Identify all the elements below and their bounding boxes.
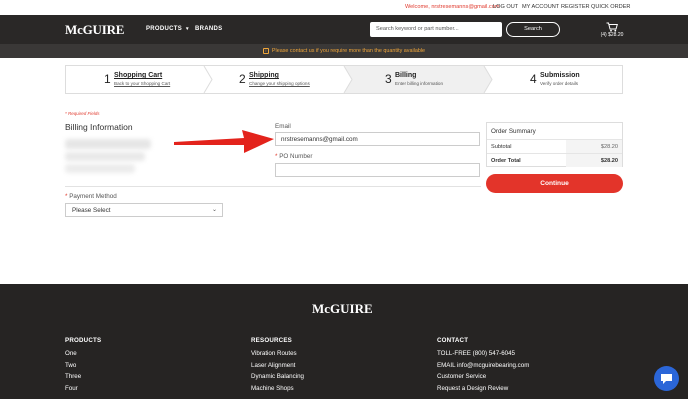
utility-bar: Welcome, nrstresemanns@gmail.com LOG OUT… <box>0 0 688 15</box>
register-link[interactable]: REGISTER <box>561 4 590 10</box>
footer-link[interactable]: Four <box>65 385 101 397</box>
footer-logo: McGUIRE <box>312 301 373 316</box>
order-summary-title: Order Summary <box>491 128 536 135</box>
total-row: Order Total $28.20 <box>487 153 622 167</box>
footer-link[interactable]: Dynamic Balancing <box>251 373 304 385</box>
payment-method-label: * Payment Method <box>65 193 117 200</box>
footer-contact-column: CONTACT TOLL-FREE (800) 547-6045 EMAIL i… <box>437 337 529 397</box>
footer-resources-column: RESOURCES Vibration Routes Laser Alignme… <box>251 337 304 397</box>
billing-section-title: Billing Information <box>65 122 133 132</box>
step-number: 3 <box>385 72 392 86</box>
footer-heading: PRODUCTS <box>65 337 102 344</box>
step-subtitle: Verify order details <box>540 81 579 86</box>
redacted-address-line <box>65 139 151 149</box>
step-subtitle: Enter billing information <box>395 81 444 86</box>
step-title: Shipping <box>249 72 279 79</box>
info-icon: ! <box>262 47 269 54</box>
subtotal-row: Subtotal $28.20 <box>487 139 622 153</box>
total-label: Order Total <box>491 158 521 164</box>
welcome-text: Welcome, nrstresemanns@gmail.com <box>405 4 500 10</box>
step-title: Submission <box>540 72 580 79</box>
footer-link[interactable]: EMAIL info@mcguirebearing.com <box>437 362 529 374</box>
payment-method-select[interactable]: Please Select ⌄ <box>65 203 223 217</box>
footer-link[interactable]: One <box>65 350 101 362</box>
po-number-field[interactable] <box>275 163 480 177</box>
footer-link[interactable]: Vibration Routes <box>251 350 304 362</box>
payment-method-value: Please Select <box>72 207 111 214</box>
cart-button[interactable]: (4) $28.20 <box>598 21 626 39</box>
subtotal-value: $28.20 <box>600 144 618 150</box>
step-number: 4 <box>530 72 537 86</box>
footer-link[interactable]: Laser Alignment <box>251 362 304 374</box>
order-summary: Order Summary Subtotal $28.20 Order Tota… <box>486 122 623 167</box>
po-number-label-text: PO Number <box>279 153 313 160</box>
email-label: Email <box>275 123 291 130</box>
step-number: 1 <box>104 72 111 86</box>
chevron-down-icon: ▾ <box>186 26 189 32</box>
footer-link[interactable]: Three <box>65 373 101 385</box>
chat-icon <box>661 374 672 384</box>
continue-button[interactable]: Continue <box>486 174 623 193</box>
footer-products-column: PRODUCTS One Two Three Four <box>65 337 101 397</box>
arrow-annotation <box>174 130 274 153</box>
chat-button[interactable] <box>654 366 679 391</box>
payment-method-label-text: Payment Method <box>69 193 117 200</box>
cart-summary-label: (4) $28.20 <box>600 32 624 38</box>
nav-products-label: PRODUCTS <box>146 26 183 32</box>
redacted-address-line <box>65 152 145 161</box>
footer-link[interactable]: Two <box>65 362 101 374</box>
form-divider <box>65 186 481 187</box>
step-title: Shopping Cart <box>114 72 163 79</box>
quick-order-link[interactable]: QUICK ORDER <box>591 4 630 10</box>
total-value: $28.20 <box>600 158 618 164</box>
required-fields-note: * Required Fields <box>65 111 100 116</box>
redacted-address-line <box>65 164 135 173</box>
footer-link[interactable]: Request a Design Review <box>437 385 529 397</box>
quantity-notice: ! Please contact us if you require more t… <box>0 44 688 58</box>
footer: McGUIRE PRODUCTS One Two Three Four RESO… <box>0 284 688 399</box>
notice-text: Please contact us if you require more th… <box>271 48 426 54</box>
step-dividers <box>203 66 493 93</box>
footer-heading: RESOURCES <box>251 337 292 344</box>
subtotal-label: Subtotal <box>491 144 512 150</box>
my-account-link[interactable]: MY ACCOUNT <box>522 4 559 10</box>
checkout-steps: 1 Shopping Cart Back to your Shopping Ca… <box>65 65 623 94</box>
logo[interactable]: McGUIRE <box>65 22 124 38</box>
search-button[interactable]: Search <box>506 22 560 37</box>
step-subtitle: Change your shipping options <box>249 81 310 86</box>
chevron-down-icon: ⌄ <box>211 207 217 213</box>
step-subtitle: Back to your Shopping Cart <box>114 81 171 86</box>
footer-link[interactable]: TOLL-FREE (800) 547-6045 <box>437 350 529 362</box>
po-number-label: * PO Number <box>275 153 313 160</box>
step-title: Billing <box>395 72 417 79</box>
search-input[interactable]: Search keyword or part number... <box>370 22 502 37</box>
logout-link[interactable]: LOG OUT <box>493 4 518 10</box>
nav-brands[interactable]: BRANDS <box>195 26 222 32</box>
nav-products[interactable]: PRODUCTS ▾ <box>146 26 189 32</box>
email-field[interactable]: nrstresemanns@gmail.com <box>275 132 480 146</box>
footer-link[interactable]: Machine Shops <box>251 385 304 397</box>
footer-link[interactable]: Customer Service <box>437 373 529 385</box>
main-header: McGUIRE PRODUCTS ▾ BRANDS Search keyword… <box>0 15 688 44</box>
cart-icon <box>606 22 618 32</box>
step-number: 2 <box>239 72 246 86</box>
footer-heading: CONTACT <box>437 337 469 344</box>
